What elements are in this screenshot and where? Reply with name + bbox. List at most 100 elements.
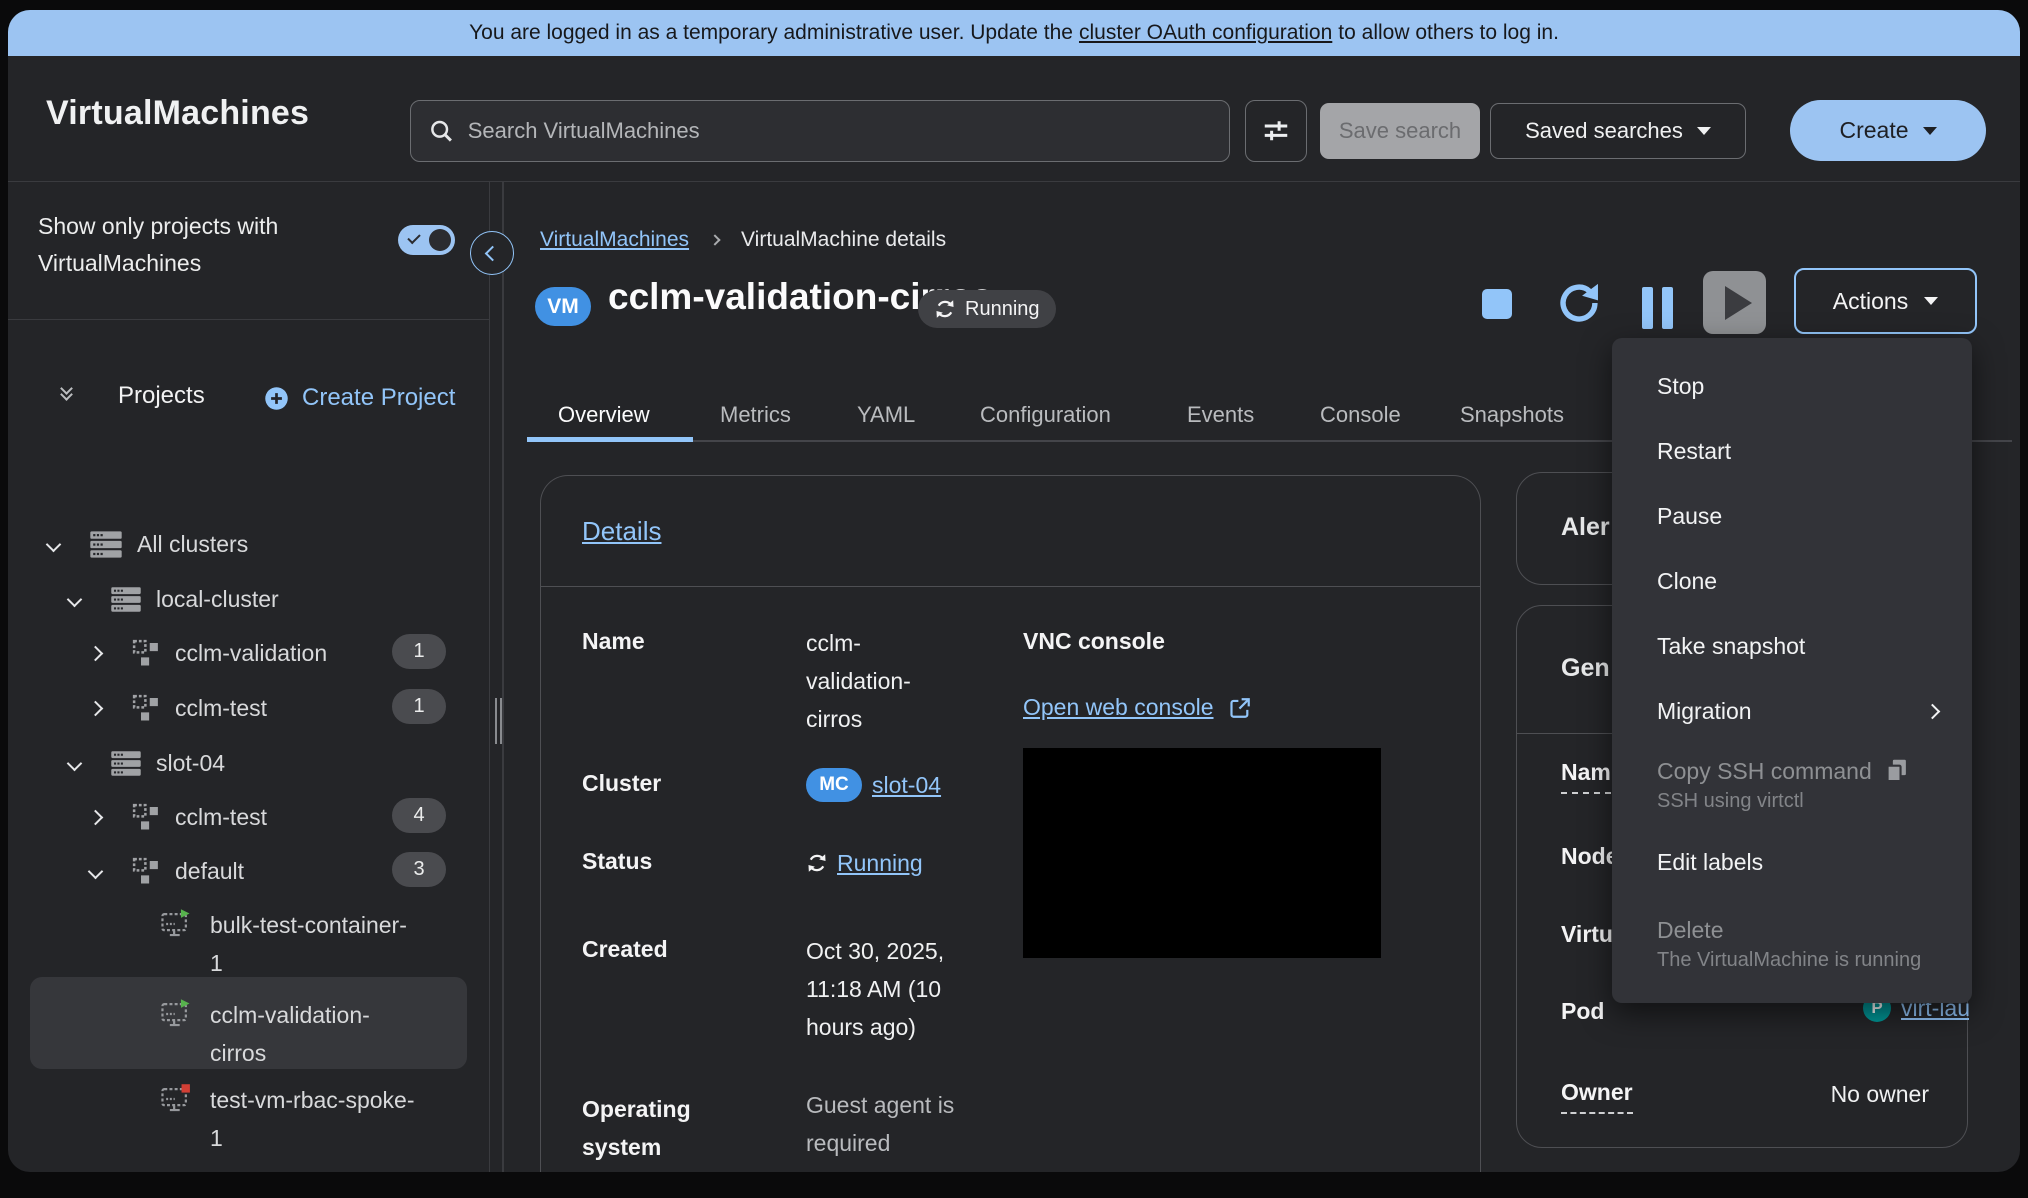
screen: You are logged in as a temporary adminis… xyxy=(0,0,2028,1198)
saved-searches-button[interactable]: Saved searches xyxy=(1490,103,1746,159)
vm-count-badge: 1 xyxy=(392,634,446,669)
breadcrumb-root-link[interactable]: VirtualMachines xyxy=(540,228,689,252)
status-label: Status xyxy=(582,848,652,875)
tree-item-cclm-validation[interactable]: cclm-validation xyxy=(90,631,327,675)
tree-item-default[interactable]: default xyxy=(90,849,244,893)
tab-metrics[interactable]: Metrics xyxy=(720,402,791,428)
namespace-label[interactable]: Nam xyxy=(1561,759,1611,794)
tab-overview[interactable]: Overview xyxy=(558,402,650,428)
create-project-button[interactable]: Create Project xyxy=(263,378,455,418)
tree-item-label: cclm-test xyxy=(175,695,267,722)
menu-item-pause[interactable]: Pause xyxy=(1612,484,1972,549)
menu-item-edit-labels[interactable]: Edit labels xyxy=(1612,830,1972,895)
play-button-disabled[interactable] xyxy=(1703,271,1766,334)
tree-item-slot-04[interactable]: slot-04 xyxy=(69,741,225,785)
external-link-icon xyxy=(1228,696,1252,720)
chevron-down-icon[interactable] xyxy=(67,591,83,607)
menu-item-take-snapshot[interactable]: Take snapshot xyxy=(1612,614,1972,679)
advanced-filters-button[interactable] xyxy=(1245,100,1307,162)
vnc-console-heading: VNC console xyxy=(1023,628,1165,655)
tree-item-cclm-test[interactable]: cclm-test xyxy=(90,686,267,730)
project-icon xyxy=(131,638,161,668)
chevron-right-icon[interactable] xyxy=(88,700,104,716)
alerts-card-heading: Aler xyxy=(1561,513,1610,542)
save-search-button[interactable]: Save search xyxy=(1320,103,1480,159)
oauth-config-link[interactable]: cluster OAuth configuration xyxy=(1079,21,1332,45)
menu-item-clone[interactable]: Clone xyxy=(1612,549,1972,614)
created-label: Created xyxy=(582,936,668,963)
chevron-right-icon[interactable] xyxy=(88,645,104,661)
tab-console[interactable]: Console xyxy=(1320,402,1401,428)
panel-resizer-handle[interactable] xyxy=(495,698,502,744)
tree-item-label: bulk-test-container-1 xyxy=(210,906,415,982)
collapse-all-icon[interactable] xyxy=(62,384,71,399)
search-icon xyxy=(429,118,454,144)
name-value: cclm-validation-cirros xyxy=(806,624,958,738)
pause-button[interactable] xyxy=(1642,287,1673,329)
open-web-console-row: Open web console xyxy=(1023,694,1252,721)
chevron-down-icon[interactable] xyxy=(67,755,83,771)
tree-item-label: slot-04 xyxy=(156,750,225,777)
collapse-sidebar-button[interactable] xyxy=(470,231,514,275)
sync-icon xyxy=(806,852,828,874)
chevron-right-icon[interactable] xyxy=(88,809,104,825)
stop-button[interactable] xyxy=(1482,289,1512,319)
tab-events[interactable]: Events xyxy=(1187,402,1254,428)
tree-item-cclm-validation-cirros[interactable]: cclm-validation-cirros xyxy=(160,996,415,1072)
restart-button[interactable] xyxy=(1556,280,1602,331)
chevron-down-icon[interactable] xyxy=(88,863,104,879)
chevron-right-icon xyxy=(709,234,720,245)
breadcrumb-current: VirtualMachine details xyxy=(741,228,946,252)
tree-item-label: cclm-test xyxy=(175,804,267,831)
owner-label[interactable]: Owner xyxy=(1561,1079,1633,1114)
tree-item-cclm-test-slot04[interactable]: cclm-test xyxy=(90,795,267,839)
tree-item-label: test-vm-rbac-spoke-1 xyxy=(210,1081,415,1157)
create-button[interactable]: Create xyxy=(1790,100,1986,161)
status-link[interactable]: Running xyxy=(837,844,923,882)
tree-item-label: local-cluster xyxy=(156,586,279,613)
tab-configuration[interactable]: Configuration xyxy=(980,402,1111,428)
menu-item-delete: Delete The VirtualMachine is running xyxy=(1612,895,1972,989)
saved-searches-label: Saved searches xyxy=(1525,118,1683,144)
tree-item-label: cclm-validation-cirros xyxy=(210,996,415,1072)
projects-filter-toggle[interactable] xyxy=(398,225,455,255)
cluster-link[interactable]: slot-04 xyxy=(872,766,941,804)
check-icon xyxy=(407,231,420,244)
cluster-label: Cluster xyxy=(582,770,661,797)
project-icon xyxy=(131,802,161,832)
vnc-console-preview[interactable] xyxy=(1023,748,1381,958)
cluster-icon xyxy=(89,530,123,559)
tree-item-test-vm-rbac-spoke-1[interactable]: test-vm-rbac-spoke-1 xyxy=(160,1081,415,1157)
pod-label: Pod xyxy=(1561,998,1604,1025)
menu-item-restart[interactable]: Restart xyxy=(1612,419,1972,484)
tree-item-all-clusters[interactable]: All clusters xyxy=(48,522,248,566)
sliders-icon xyxy=(1261,116,1291,146)
projects-header: Projects Create Project xyxy=(8,378,489,424)
project-icon xyxy=(131,693,161,723)
tree-item-bulk-test-container-1[interactable]: bulk-test-container-1 xyxy=(160,906,415,982)
cluster-value: MC slot-04 xyxy=(806,766,941,804)
chevron-down-icon[interactable] xyxy=(46,536,62,552)
panel-resizer xyxy=(502,182,504,1172)
menu-item-copy-ssh-command: Copy SSH command SSH using virtctl xyxy=(1612,744,1972,830)
chevron-right-icon xyxy=(1925,704,1941,720)
search-input[interactable] xyxy=(468,118,1211,144)
node-label: Node xyxy=(1561,843,1619,870)
tree-item-local-cluster[interactable]: local-cluster xyxy=(69,577,279,621)
menu-item-stop[interactable]: Stop xyxy=(1612,354,1972,419)
actions-menu: Stop Restart Pause Clone Take snapshot M… xyxy=(1612,338,1972,1003)
tab-yaml[interactable]: YAML xyxy=(857,402,915,428)
banner-text-before: You are logged in as a temporary adminis… xyxy=(469,21,1073,45)
tab-snapshots[interactable]: Snapshots xyxy=(1460,402,1564,428)
actions-button[interactable]: Actions xyxy=(1794,268,1977,334)
created-value: Oct 30, 2025, 11:18 AM (10 hours ago) xyxy=(806,932,981,1046)
details-heading-link[interactable]: Details xyxy=(582,516,661,547)
status-badge-label: Running xyxy=(965,298,1040,321)
tree-item-label: cclm-validation xyxy=(175,640,327,667)
chevron-down-icon xyxy=(1697,127,1711,135)
plus-circle-icon xyxy=(263,385,290,412)
active-tab-underline xyxy=(527,437,693,442)
menu-item-migration[interactable]: Migration xyxy=(1612,679,1972,744)
open-web-console-link[interactable]: Open web console xyxy=(1023,694,1214,721)
tree-item-label: All clusters xyxy=(137,531,248,558)
